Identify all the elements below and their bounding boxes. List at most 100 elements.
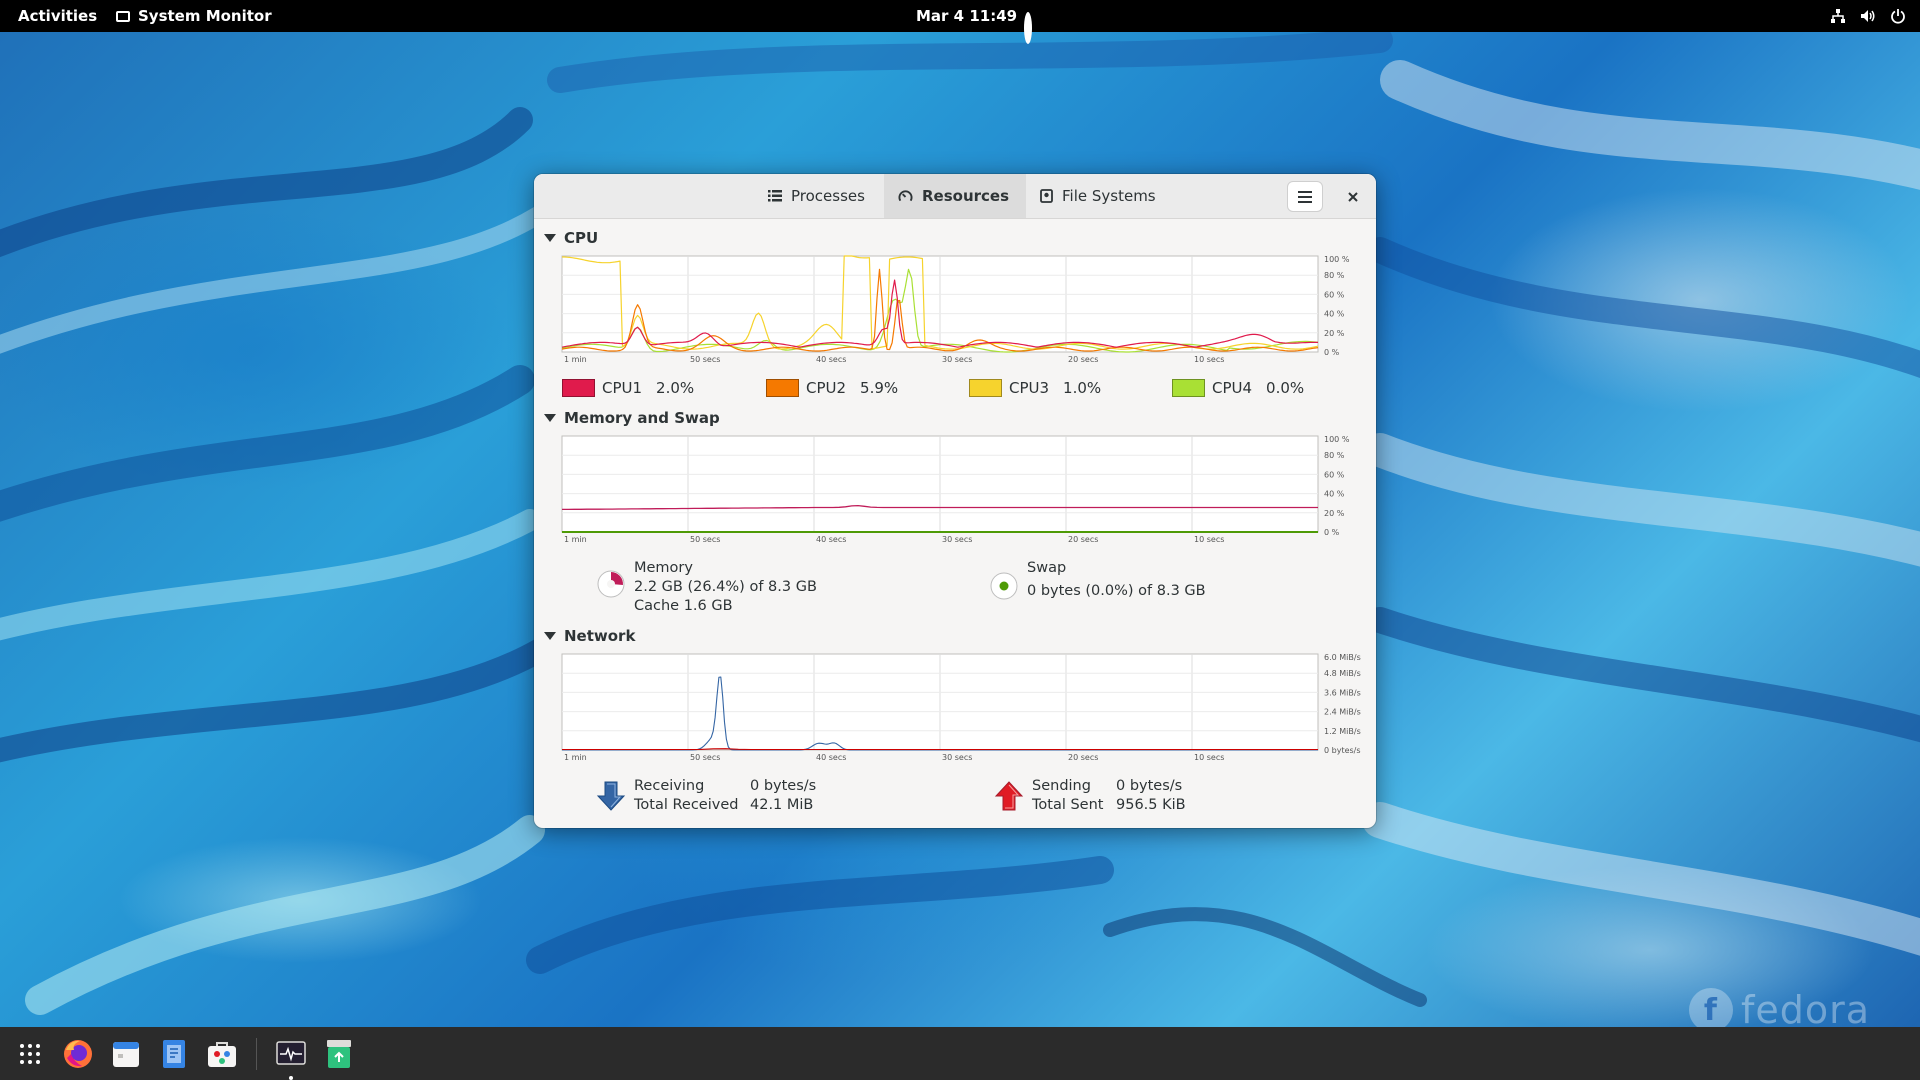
time-axis-label: 40 secs: [816, 535, 846, 544]
cpu1-color-swatch[interactable]: [562, 379, 595, 397]
cpu4-value: 0.0%: [1266, 379, 1305, 397]
memory-graph-svg: 1 min 50 secs 40 secs 30 secs 20 secs 10 secs…: [561, 435, 1350, 544]
app-menu-button[interactable]: System Monitor: [116, 0, 272, 32]
tab-processes[interactable]: Processes: [754, 174, 888, 218]
firefox-icon: [64, 1039, 92, 1068]
total-sent-value: 956.5 KiB: [1116, 797, 1186, 813]
time-axis-label: 1 min: [564, 355, 587, 364]
receiving-value: 0 bytes/s: [750, 778, 817, 794]
fedora-logo-icon: f: [1688, 988, 1733, 1032]
memory-pie-icon: [597, 570, 625, 598]
cpu4-legend[interactable]: CPU4 0.0%: [1172, 379, 1304, 397]
memory-section-title: Memory and Swap: [564, 409, 720, 427]
network-history-graph: 1 min 50 secs 40 secs 30 secs 20 secs 10 secs…: [561, 653, 1376, 764]
memory-history-graph: 1 min 50 secs 40 secs 30 secs 20 secs 10 secs…: [561, 435, 1376, 546]
running-indicator: [289, 1075, 293, 1080]
top-bar: Activities System Monitor Mar 4 11:49: [0, 0, 1920, 44]
tab-processes-label: Processes: [791, 187, 865, 205]
time-axis-label: 40 secs: [816, 355, 846, 364]
notification-indicator-icon: [1024, 12, 1032, 44]
hamburger-menu-icon: [1298, 190, 1312, 203]
cpu-section-header[interactable]: CPU: [544, 229, 598, 247]
swap-pie-chart[interactable]: [989, 571, 1019, 605]
expander-triangle-icon: [544, 632, 556, 640]
software-icon: [208, 1041, 236, 1067]
value-axis-label: 20 %: [1324, 329, 1345, 338]
cpu-history-graph: 1 min 50 secs 40 secs 30 secs 20 secs 10 secs…: [561, 255, 1376, 366]
main-menu-button[interactable]: [1287, 181, 1323, 212]
value-axis-label: 2.4 MiB/s: [1324, 708, 1361, 717]
cpu3-value: 1.0%: [1063, 379, 1102, 397]
value-axis-label: 0 bytes/s: [1324, 746, 1361, 755]
swap-pie-icon: [990, 572, 1018, 600]
swap-usage: 0 bytes (0.0%) of 8.3 GB: [1027, 583, 1206, 599]
value-axis-label: 80 %: [1324, 271, 1345, 280]
system-monitor-launcher[interactable]: [273, 1036, 309, 1080]
memory-section-header[interactable]: Memory and Swap: [544, 409, 720, 427]
cpu1-value: 2.0%: [656, 379, 695, 397]
receiving-arrow-icon[interactable]: [596, 780, 626, 816]
cpu2-legend[interactable]: CPU2 5.9%: [766, 379, 898, 397]
tab-resources[interactable]: Resources: [884, 174, 1026, 218]
close-window-button[interactable]: [1342, 186, 1364, 208]
cpu4-color-swatch[interactable]: [1172, 379, 1205, 397]
value-axis-label: 6.0 MiB/s: [1324, 653, 1361, 662]
memory-info: Memory 2.2 GB (26.4%) of 8.3 GB Cache 1.…: [634, 559, 817, 616]
software-launcher[interactable]: [204, 1036, 240, 1072]
cpu2-color-swatch[interactable]: [766, 379, 799, 397]
cpu3-color-swatch[interactable]: [969, 379, 1002, 397]
volume-icon: [1861, 10, 1875, 22]
swap-info: Swap 0 bytes (0.0%) of 8.3 GB: [1027, 559, 1206, 601]
tab-file-systems[interactable]: File Systems: [1026, 174, 1176, 218]
value-axis-label: 100 %: [1324, 255, 1350, 264]
memory-pie-chart[interactable]: [596, 569, 626, 603]
expander-triangle-icon: [544, 234, 556, 242]
value-axis-label: 100 %: [1324, 435, 1350, 444]
firefox-launcher[interactable]: [60, 1036, 96, 1072]
dash-dock: [0, 1027, 1920, 1080]
network-graph-svg: 1 min 50 secs 40 secs 30 secs 20 secs 10 secs…: [561, 653, 1361, 762]
network-section-header[interactable]: Network: [544, 627, 635, 645]
show-apps-button[interactable]: [12, 1036, 48, 1072]
network-section-title: Network: [564, 627, 636, 645]
time-axis-label: 20 secs: [1068, 355, 1098, 364]
time-axis-label: 30 secs: [942, 355, 972, 364]
cpu2-label: CPU2: [806, 379, 847, 397]
cpu4-label: CPU4: [1212, 379, 1253, 397]
trash-launcher[interactable]: [321, 1036, 357, 1072]
sending-value: 0 bytes/s: [1116, 778, 1183, 794]
network-wired-icon: [1831, 9, 1845, 23]
calendar-launcher[interactable]: [108, 1036, 144, 1072]
cpu-section-title: CPU: [564, 229, 599, 247]
clock-button[interactable]: Mar 4 11:49: [916, 0, 1017, 32]
fedora-watermark: f fedora: [1688, 988, 1870, 1032]
system-status-area[interactable]: [1830, 0, 1906, 32]
list-icon: [768, 190, 782, 202]
value-axis-label: 60 %: [1324, 470, 1345, 479]
header-bar: Processes Resources File Systems: [534, 174, 1376, 219]
cpu3-label: CPU3: [1009, 379, 1050, 397]
memory-usage: 2.2 GB (26.4%) of 8.3 GB: [634, 579, 817, 595]
time-axis-label: 1 min: [564, 535, 587, 544]
time-axis-label: 50 secs: [690, 753, 720, 762]
time-axis-label: 20 secs: [1068, 753, 1098, 762]
tab-resources-label: Resources: [922, 187, 1010, 205]
tab-file-systems-label: File Systems: [1062, 187, 1156, 205]
text-editor-launcher[interactable]: [156, 1036, 192, 1072]
time-axis-label: 30 secs: [942, 753, 972, 762]
value-axis-label: 40 %: [1324, 490, 1345, 499]
time-axis-label: 30 secs: [942, 535, 972, 544]
total-received-label: Total Received: [634, 797, 739, 813]
sending-arrow-icon[interactable]: [994, 780, 1024, 816]
cpu-graph-svg: 1 min 50 secs 40 secs 30 secs 20 secs 10 secs…: [561, 255, 1350, 364]
cpu1-label: CPU1: [602, 379, 643, 397]
gauge-icon: [898, 190, 913, 202]
cpu1-legend[interactable]: CPU1 2.0%: [562, 379, 694, 397]
total-sent-label: Total Sent: [1032, 797, 1104, 813]
time-axis-label: 20 secs: [1068, 535, 1098, 544]
time-axis-label: 10 secs: [1194, 355, 1224, 364]
activities-button[interactable]: Activities: [16, 0, 99, 32]
fedora-wordmark: fedora: [1740, 988, 1870, 1032]
cpu3-legend[interactable]: CPU3 1.0%: [969, 379, 1101, 397]
cpu2-value: 5.9%: [860, 379, 899, 397]
